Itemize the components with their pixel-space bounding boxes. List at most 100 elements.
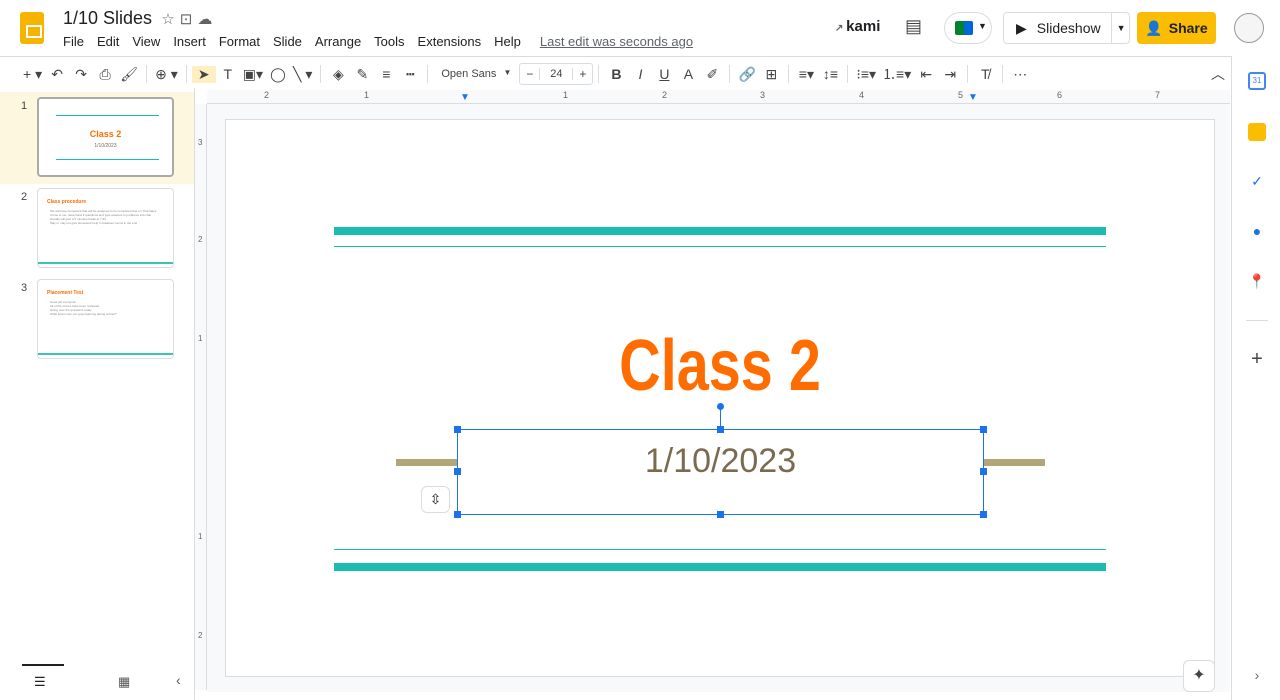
vertical-align-icon[interactable]: ⇳ xyxy=(421,486,450,513)
right-indent-marker[interactable]: ▼ xyxy=(968,92,978,103)
last-edit-link[interactable]: Last edit was seconds ago xyxy=(540,34,693,49)
resize-handle[interactable] xyxy=(980,426,987,433)
menu-format[interactable]: Format xyxy=(219,34,260,49)
filmstrip: 1 Class 2 1/10/2023 2 Class procedure We… xyxy=(0,88,195,700)
cloud-status-icon[interactable]: ☁ xyxy=(197,11,212,28)
decrease-indent-icon[interactable]: ⇤ xyxy=(914,66,938,83)
highlight-icon[interactable]: ✐ xyxy=(700,66,724,83)
menu-insert[interactable]: Insert xyxy=(173,34,206,49)
keep-icon[interactable] xyxy=(1248,123,1266,141)
more-icon[interactable]: ⋯ xyxy=(1008,66,1032,83)
line-icon[interactable]: ╲ ▾ xyxy=(290,66,315,83)
decrease-font-size[interactable]: − xyxy=(520,67,539,81)
collapse-toolbar-icon[interactable]: ︿ xyxy=(1206,64,1230,84)
paint-format-icon[interactable]: 🖌 xyxy=(117,66,141,83)
shape-icon[interactable]: ◯ xyxy=(266,66,290,83)
bold-icon[interactable]: B xyxy=(604,66,628,82)
resize-handle[interactable] xyxy=(454,468,461,475)
divider xyxy=(847,65,849,83)
resize-handle[interactable] xyxy=(454,426,461,433)
calendar-icon[interactable]: 31 xyxy=(1248,72,1266,90)
slide-number: 2 xyxy=(21,191,28,203)
menu-view[interactable]: View xyxy=(132,34,160,49)
star-icon[interactable]: ☆ xyxy=(157,11,174,28)
slideshow-button[interactable]: ▶ Slideshow ▼ xyxy=(1003,12,1130,44)
thumb-line xyxy=(38,353,173,355)
border-weight-icon[interactable]: ≡ xyxy=(374,66,398,82)
print-icon[interactable]: ⎙ xyxy=(93,66,117,83)
select-icon[interactable]: ➤ xyxy=(191,65,216,83)
share-label: Share xyxy=(1168,20,1208,36)
expand-panel-icon[interactable]: › xyxy=(1248,666,1266,684)
menu-arrange[interactable]: Arrange xyxy=(315,34,361,49)
left-indent-marker[interactable]: ▼ xyxy=(460,92,470,103)
underline-icon[interactable]: U xyxy=(652,66,676,82)
divider xyxy=(0,56,1231,57)
slide-subtitle[interactable]: 1/10/2023 xyxy=(458,442,983,481)
slides-logo[interactable] xyxy=(20,12,44,44)
bulleted-list-icon[interactable]: ⁝≡▾ xyxy=(853,66,879,83)
avatar[interactable] xyxy=(1234,13,1264,43)
menu-edit[interactable]: Edit xyxy=(97,34,119,49)
menu-slide[interactable]: Slide xyxy=(273,34,302,49)
slide-thumbnail[interactable]: 1 Class 2 1/10/2023 xyxy=(0,92,194,184)
numbered-list-icon[interactable]: ⒈≡▾ xyxy=(879,64,914,84)
border-dash-icon[interactable]: ┅ xyxy=(398,66,422,83)
text-box-icon[interactable]: T xyxy=(216,66,240,82)
maps-icon[interactable]: 📍 xyxy=(1248,272,1266,290)
italic-icon[interactable]: I xyxy=(628,66,652,82)
add-comment-icon[interactable]: ⊞ xyxy=(759,66,783,83)
menu-help[interactable]: Help xyxy=(494,34,521,49)
line-spacing-icon[interactable]: ↕≡ xyxy=(818,66,842,82)
text-color-icon[interactable]: A xyxy=(676,66,700,82)
vertical-ruler[interactable]: 3 2 1 1 2 xyxy=(195,104,207,690)
play-icon: ▶ xyxy=(1016,19,1027,36)
slide-canvas[interactable]: Class 2 1/10/2023 xyxy=(225,119,1215,677)
filmstrip-view-icon[interactable]: ☰ xyxy=(34,674,46,690)
divider xyxy=(320,65,322,83)
new-slide-button[interactable]: + ▾ xyxy=(20,66,45,83)
menu-file[interactable]: File xyxy=(63,34,84,49)
increase-font-size[interactable]: + xyxy=(573,67,592,81)
grid-view-icon[interactable]: ▦ xyxy=(118,674,130,690)
link-icon[interactable]: 🔗 xyxy=(735,66,759,83)
font-select[interactable]: Open Sans ▼ xyxy=(433,68,519,80)
comment-history-icon[interactable]: ▤ xyxy=(905,16,922,37)
move-folder-icon[interactable]: ⊡ xyxy=(180,11,193,28)
undo-icon[interactable]: ↶ xyxy=(45,66,69,83)
rotate-handle[interactable] xyxy=(717,403,724,410)
meet-button[interactable]: ▼ xyxy=(944,12,992,44)
fill-color-icon[interactable]: ◈ xyxy=(326,66,350,83)
resize-handle[interactable] xyxy=(980,468,987,475)
font-size-input[interactable]: 24 xyxy=(539,68,574,80)
explore-assistant-icon[interactable]: ✦ xyxy=(1183,660,1215,692)
slideshow-dropdown[interactable]: ▼ xyxy=(1110,13,1131,43)
slide-title[interactable]: Class 2 xyxy=(325,325,1115,407)
resize-handle[interactable] xyxy=(980,511,987,518)
menu-extensions[interactable]: Extensions xyxy=(418,34,482,49)
align-icon[interactable]: ≡▾ xyxy=(794,66,818,83)
get-addons-icon[interactable]: + xyxy=(1248,349,1266,369)
horizontal-ruler[interactable]: 2 1 1 2 3 4 5 6 7 ▼ ▼ xyxy=(207,90,1230,104)
document-title[interactable]: 1/10 Slides xyxy=(63,8,152,28)
share-button[interactable]: 👤 Share xyxy=(1137,12,1216,44)
resize-handle[interactable] xyxy=(454,511,461,518)
collapse-filmstrip-icon[interactable]: ‹ xyxy=(176,672,181,688)
tasks-icon[interactable]: ✓ xyxy=(1248,172,1266,190)
resize-handle[interactable] xyxy=(717,426,724,433)
subtitle-text-box[interactable]: 1/10/2023 xyxy=(454,426,987,518)
zoom-icon[interactable]: ⊕ ▾ xyxy=(152,66,181,83)
resize-handle[interactable] xyxy=(717,511,724,518)
clear-formatting-icon[interactable]: T̸ xyxy=(973,66,997,82)
border-color-icon[interactable]: ✎ xyxy=(350,66,374,83)
slide-thumbnail[interactable]: 2 Class procedure We will have homework … xyxy=(0,183,194,275)
kami-button[interactable]: ↗ kami xyxy=(835,18,880,35)
image-icon[interactable]: ▣▾ xyxy=(240,66,266,83)
increase-indent-icon[interactable]: ⇥ xyxy=(938,66,962,83)
thumb-line xyxy=(56,115,159,116)
slide-thumbnail[interactable]: 3 Placement Test Good job everyone! All o… xyxy=(0,274,194,366)
contacts-icon[interactable]: ● xyxy=(1248,222,1266,240)
menu-tools[interactable]: Tools xyxy=(374,34,404,49)
divider xyxy=(1002,65,1004,83)
redo-icon[interactable]: ↷ xyxy=(69,66,93,83)
